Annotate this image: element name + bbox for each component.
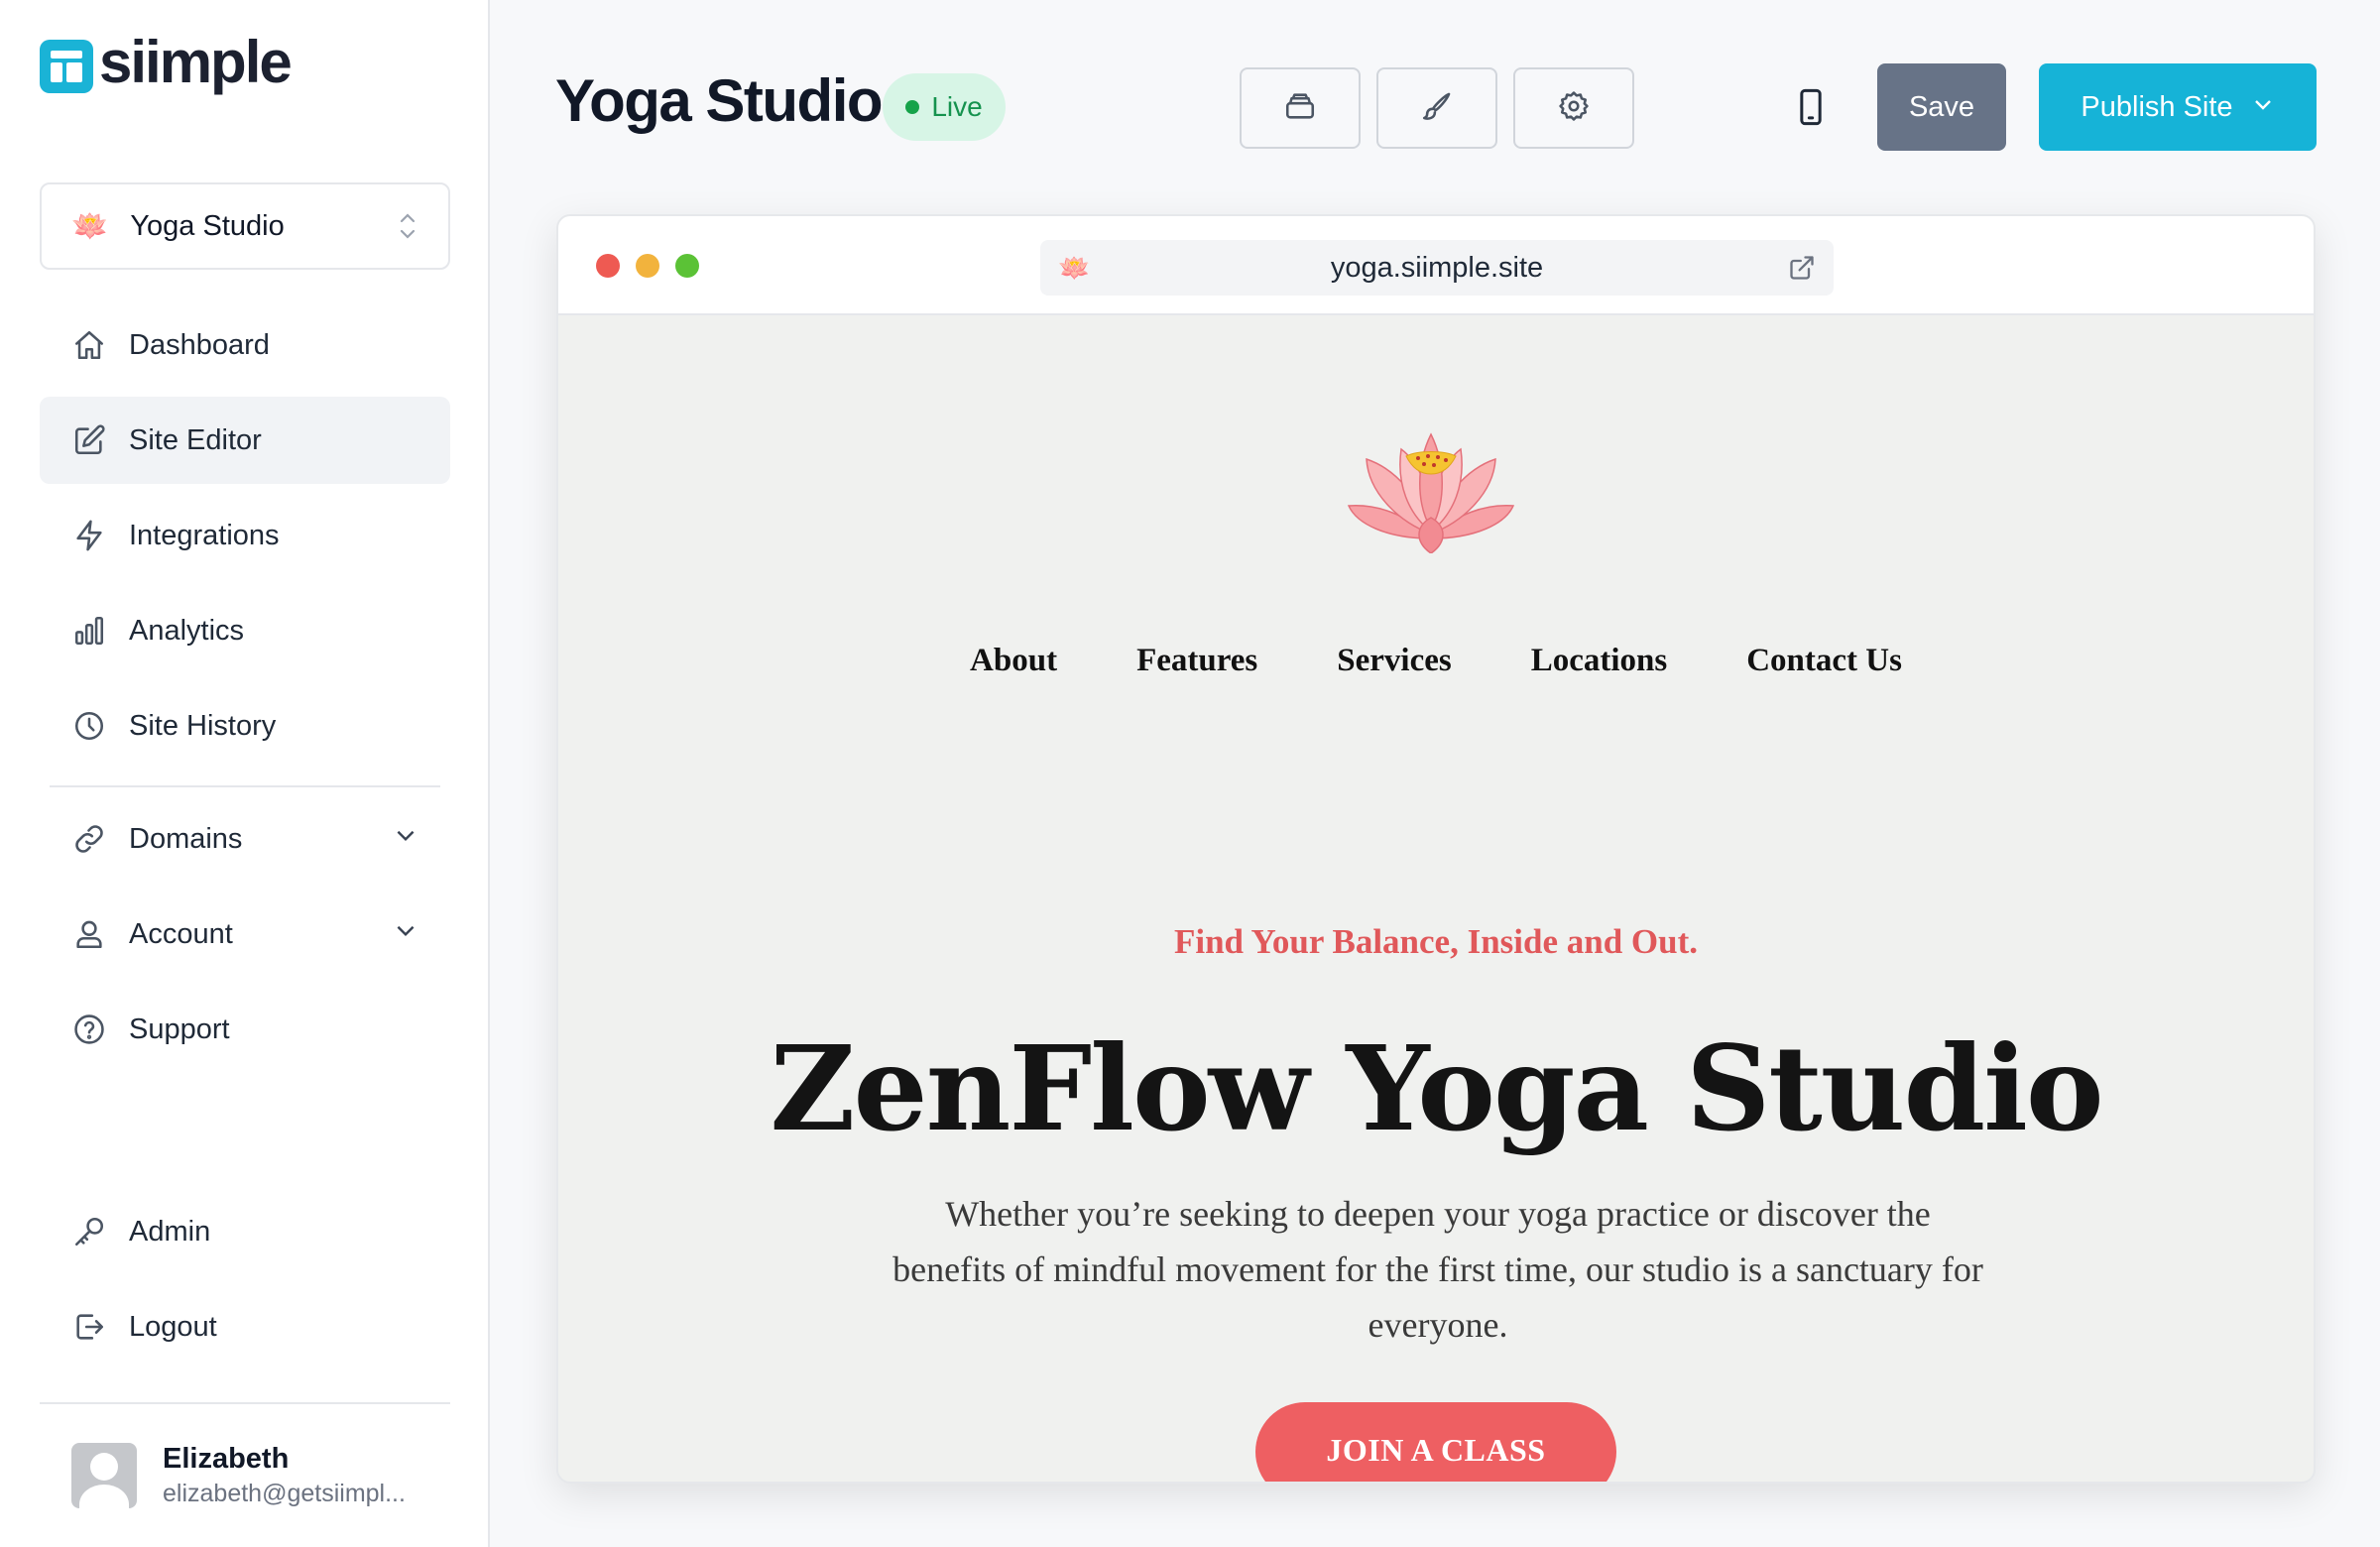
chevron-down-icon[interactable] — [393, 822, 418, 856]
user-profile[interactable]: Elizabeth elizabeth@getsiimpl... — [40, 1402, 450, 1547]
home-icon — [71, 327, 107, 363]
edit-icon — [71, 422, 107, 458]
join-class-button[interactable]: JOIN A CLASS — [1255, 1402, 1616, 1482]
publish-site-button[interactable]: Publish Site — [2039, 63, 2317, 151]
status-dot-icon — [905, 100, 920, 114]
save-button[interactable]: Save — [1877, 63, 2006, 151]
sidebar-item-site-history[interactable]: Site History — [40, 682, 450, 770]
brush-icon — [1420, 89, 1454, 128]
logout-icon — [71, 1309, 107, 1345]
sidebar-item-support[interactable]: Support — [40, 986, 450, 1073]
sidebar-nav-secondary: Domains Account Support — [40, 795, 450, 1081]
site-nav: About Features Services Locations Contac… — [558, 643, 2314, 679]
page-title: Yoga Studio — [555, 67, 884, 134]
sidebar-item-domains[interactable]: Domains — [40, 795, 450, 883]
design-button[interactable] — [1376, 67, 1497, 149]
hero-tagline: Find Your Balance, Inside and Out. — [1173, 922, 1699, 961]
siimple-logo-icon — [40, 40, 93, 93]
key-icon — [71, 1214, 107, 1250]
link-icon — [71, 821, 107, 857]
hero-title: ZenFlow Yoga Studio — [770, 1019, 2103, 1157]
sidebar-item-account[interactable]: Account — [40, 891, 450, 978]
site-nav-features[interactable]: Features — [1136, 643, 1257, 679]
sidebar: siimple 🪷 Yoga Studio Dashboard Site Edi… — [0, 0, 490, 1547]
chevron-down-icon — [2251, 91, 2275, 124]
sidebar-item-integrations[interactable]: Integrations — [40, 492, 450, 579]
help-icon — [71, 1012, 107, 1047]
sidebar-item-label: Support — [129, 1012, 230, 1045]
sidebar-nav: Dashboard Site Editor Integrations Analy… — [40, 301, 450, 777]
phone-icon — [1791, 85, 1831, 134]
site-nav-contact[interactable]: Contact Us — [1746, 643, 1902, 679]
user-name: Elizabeth — [163, 1443, 290, 1475]
address-bar[interactable]: 🪷 yoga.siimple.site — [1040, 240, 1834, 296]
hero-subtitle: Whether you’re seeking to deepen your yo… — [892, 1194, 1983, 1345]
bolt-icon — [71, 518, 107, 553]
user-email: elizabeth@getsiimpl... — [163, 1480, 406, 1507]
site-selector[interactable]: 🪷 Yoga Studio — [40, 182, 450, 270]
site-nav-locations[interactable]: Locations — [1531, 643, 1668, 679]
lotus-favicon-icon: 🪷 — [1058, 252, 1091, 283]
avatar — [71, 1443, 137, 1508]
lotus-icon: 🪷 — [71, 209, 109, 243]
sidebar-item-site-editor[interactable]: Site Editor — [40, 397, 450, 484]
brand-name: siimple — [99, 29, 293, 95]
user-icon — [71, 916, 107, 952]
sidebar-item-label: Dashboard — [129, 328, 270, 361]
site-nav-services[interactable]: Services — [1337, 643, 1451, 679]
gear-icon — [1557, 89, 1591, 128]
sidebar-item-label: Site Editor — [129, 423, 262, 456]
clock-icon — [71, 708, 107, 744]
status-badge: Live — [883, 73, 1006, 141]
sidebar-item-admin[interactable]: Admin — [40, 1188, 450, 1275]
mobile-preview-button[interactable] — [1785, 83, 1837, 135]
maximize-dot-icon — [675, 254, 699, 278]
publish-label: Publish Site — [2081, 90, 2233, 123]
site-content: About Features Services Locations Contac… — [558, 315, 2314, 1482]
sidebar-item-label: Integrations — [129, 519, 280, 551]
close-dot-icon — [596, 254, 620, 278]
sidebar-item-label: Analytics — [129, 614, 245, 647]
sidebar-item-label: Domains — [129, 822, 243, 855]
sidebar-item-label: Site History — [129, 709, 277, 742]
site-url: yoga.siimple.site — [1330, 251, 1544, 284]
chevron-down-icon[interactable] — [393, 917, 418, 951]
brand-logo[interactable]: siimple — [40, 33, 293, 93]
site-nav-about[interactable]: About — [970, 643, 1057, 679]
sidebar-divider — [50, 785, 440, 787]
user-info: Elizabeth elizabeth@getsiimpl... — [163, 1443, 406, 1508]
bar-chart-icon — [71, 613, 107, 649]
sidebar-item-dashboard[interactable]: Dashboard — [40, 301, 450, 389]
status-label: Live — [931, 91, 983, 122]
site-selector-name: Yoga Studio — [130, 209, 285, 242]
sidebar-item-analytics[interactable]: Analytics — [40, 587, 450, 674]
sidebar-item-label: Admin — [129, 1215, 211, 1248]
layers-icon — [1283, 89, 1317, 128]
site-preview-window: 🪷 yoga.siimple.site About Features Servi — [556, 214, 2316, 1484]
sidebar-item-label: Logout — [129, 1310, 217, 1343]
lotus-logo-icon — [1347, 432, 1515, 553]
sidebar-item-logout[interactable]: Logout — [40, 1283, 450, 1370]
browser-chrome: 🪷 yoga.siimple.site — [558, 216, 2314, 315]
settings-button[interactable] — [1513, 67, 1634, 149]
sidebar-nav-bottom: Admin Logout — [40, 1188, 450, 1378]
external-link-icon[interactable] — [1788, 254, 1816, 287]
pages-button[interactable] — [1240, 67, 1361, 149]
chevron-up-down-icon — [397, 209, 418, 244]
sidebar-item-label: Account — [129, 917, 233, 950]
minimize-dot-icon — [636, 254, 659, 278]
